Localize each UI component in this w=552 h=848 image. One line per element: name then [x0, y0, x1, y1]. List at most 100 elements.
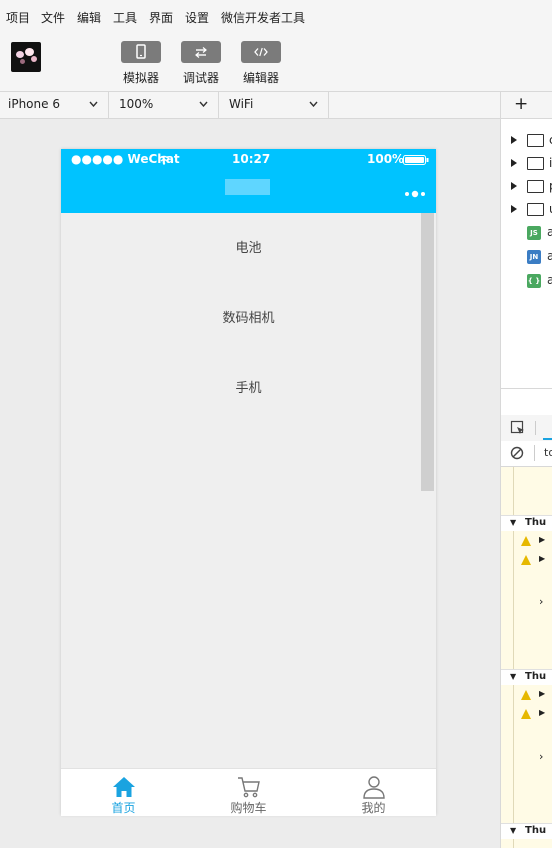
debug-arrows-icon: [195, 47, 207, 58]
expand-arrow-icon: ›: [539, 595, 544, 608]
wxss-file-icon: { }: [527, 274, 541, 288]
menu-view[interactable]: 界面: [149, 9, 173, 26]
device-select[interactable]: iPhone 6: [0, 92, 109, 118]
zoom-select[interactable]: 100%: [109, 92, 219, 118]
menu-bar: 项目 文件 编辑 工具 界面 设置 微信开发者工具: [0, 0, 552, 32]
collapse-arrow-icon: ▼: [510, 518, 517, 527]
status-time: 10:27: [232, 152, 271, 166]
expand-arrow-icon: ▶: [539, 554, 546, 563]
panel-divider: [501, 388, 552, 389]
more-menu-icon[interactable]: [404, 190, 426, 198]
zoom-value: 100%: [119, 97, 154, 111]
menu-wechat-devtools[interactable]: 微信开发者工具: [221, 9, 305, 26]
tab-home[interactable]: 首页: [61, 769, 186, 816]
warning-icon: [521, 690, 531, 700]
console-group-header[interactable]: ▼ Thu: [501, 823, 552, 839]
warning-icon: [521, 555, 531, 565]
console-entry[interactable]: ›: [501, 595, 552, 610]
chevron-down-icon: [309, 101, 318, 107]
navigation-bar: ●●●●● WeChat 10:27 100%: [61, 149, 436, 213]
json-file-icon: JN: [527, 250, 541, 264]
console-group-label: Thu: [525, 825, 547, 836]
menu-file[interactable]: 文件: [41, 9, 65, 26]
device-value: iPhone 6: [8, 97, 60, 111]
console-warning[interactable]: ▶: [501, 688, 552, 703]
list-item-camera[interactable]: 数码相机: [61, 307, 436, 326]
right-panel: + c i p u JS a JN a { } a: [500, 92, 552, 848]
menu-edit[interactable]: 编辑: [77, 9, 101, 26]
expand-arrow-icon: ▶: [539, 708, 546, 717]
clear-console-icon[interactable]: [510, 446, 524, 460]
device-bar: iPhone 6 100% WiFi: [0, 92, 500, 119]
console-filter-input[interactable]: to: [544, 446, 552, 459]
tab-cart[interactable]: 购物车: [186, 769, 311, 816]
debugger-button[interactable]: [181, 41, 221, 63]
warning-icon: [521, 536, 531, 546]
console-group-label: Thu: [525, 517, 547, 528]
battery-percent: 100%: [367, 152, 405, 166]
active-tab-indicator: [543, 438, 552, 440]
chevron-down-icon: [89, 101, 98, 107]
folder-icon: [527, 203, 544, 216]
tab-profile[interactable]: 我的: [311, 769, 436, 816]
battery-icon: [403, 155, 429, 165]
list-item-phone[interactable]: 手机: [61, 377, 436, 396]
collapse-arrow-icon: ▼: [510, 826, 517, 835]
menu-tools[interactable]: 工具: [113, 9, 137, 26]
devtools-toolbar: [501, 415, 552, 442]
console-warning[interactable]: ▶: [501, 553, 552, 568]
toolbar-divider: [535, 421, 536, 435]
console-entry[interactable]: ›: [501, 750, 552, 765]
file-label[interactable]: a: [547, 273, 552, 287]
collapse-arrow-icon: ▼: [510, 672, 517, 681]
inspect-element-icon[interactable]: [510, 420, 526, 436]
simulator-label: 模拟器: [122, 71, 159, 85]
toolbar: 模拟器 调试器 编辑器: [0, 32, 552, 92]
cart-icon: [238, 777, 260, 798]
expand-arrow-icon: [511, 182, 517, 190]
file-label[interactable]: a: [547, 225, 552, 239]
console-toolbar: to: [501, 441, 552, 467]
add-file-button[interactable]: +: [514, 94, 528, 114]
network-value: WiFi: [229, 97, 254, 111]
folder-icon: [527, 157, 544, 170]
file-label[interactable]: a: [547, 249, 552, 263]
code-icon: [254, 47, 268, 57]
simulator-button[interactable]: [121, 41, 161, 63]
editor-button[interactable]: [241, 41, 281, 63]
phone-icon: [136, 44, 146, 59]
expand-arrow-icon: ▶: [539, 535, 546, 544]
phone-simulator: ●●●●● WeChat 10:27 100% 电池 数码相机 手机 首页 购物…: [61, 149, 436, 816]
expand-arrow-icon: ›: [539, 750, 544, 763]
js-file-icon: JS: [527, 226, 541, 240]
network-select[interactable]: WiFi: [219, 92, 329, 118]
console-warning[interactable]: ▶: [501, 534, 552, 549]
tab-home-label: 首页: [111, 801, 136, 815]
page-title: [225, 179, 270, 195]
debugger-label: 调试器: [182, 71, 219, 85]
expand-arrow-icon: [511, 159, 517, 167]
console-log: ▼ Thu ▶ ▶ › ▼ Thu ▶ ▶ › ▼ Thu: [501, 467, 552, 848]
warning-icon: [521, 709, 531, 719]
editor-label: 编辑器: [242, 71, 279, 85]
file-panel-toolbar: +: [501, 92, 552, 119]
list-item-battery[interactable]: 电池: [61, 237, 436, 256]
expand-arrow-icon: [511, 136, 517, 144]
console-group-header[interactable]: ▼ Thu: [501, 515, 552, 531]
chevron-down-icon: [199, 101, 208, 107]
wifi-icon: [158, 155, 170, 165]
folder-icon: [527, 180, 544, 193]
console-group-label: Thu: [525, 671, 547, 682]
folder-icon: [527, 134, 544, 147]
expand-arrow-icon: ▶: [539, 689, 546, 698]
avatar[interactable]: [11, 42, 41, 72]
menu-project[interactable]: 项目: [6, 9, 30, 26]
user-icon: [363, 776, 385, 799]
home-icon: [113, 777, 135, 797]
tab-bar: 首页 购物车 我的: [61, 768, 436, 816]
menu-settings[interactable]: 设置: [185, 9, 209, 26]
tab-profile-label: 我的: [361, 801, 386, 815]
expand-arrow-icon: [511, 205, 517, 213]
console-group-header[interactable]: ▼ Thu: [501, 669, 552, 685]
console-warning[interactable]: ▶: [501, 707, 552, 722]
